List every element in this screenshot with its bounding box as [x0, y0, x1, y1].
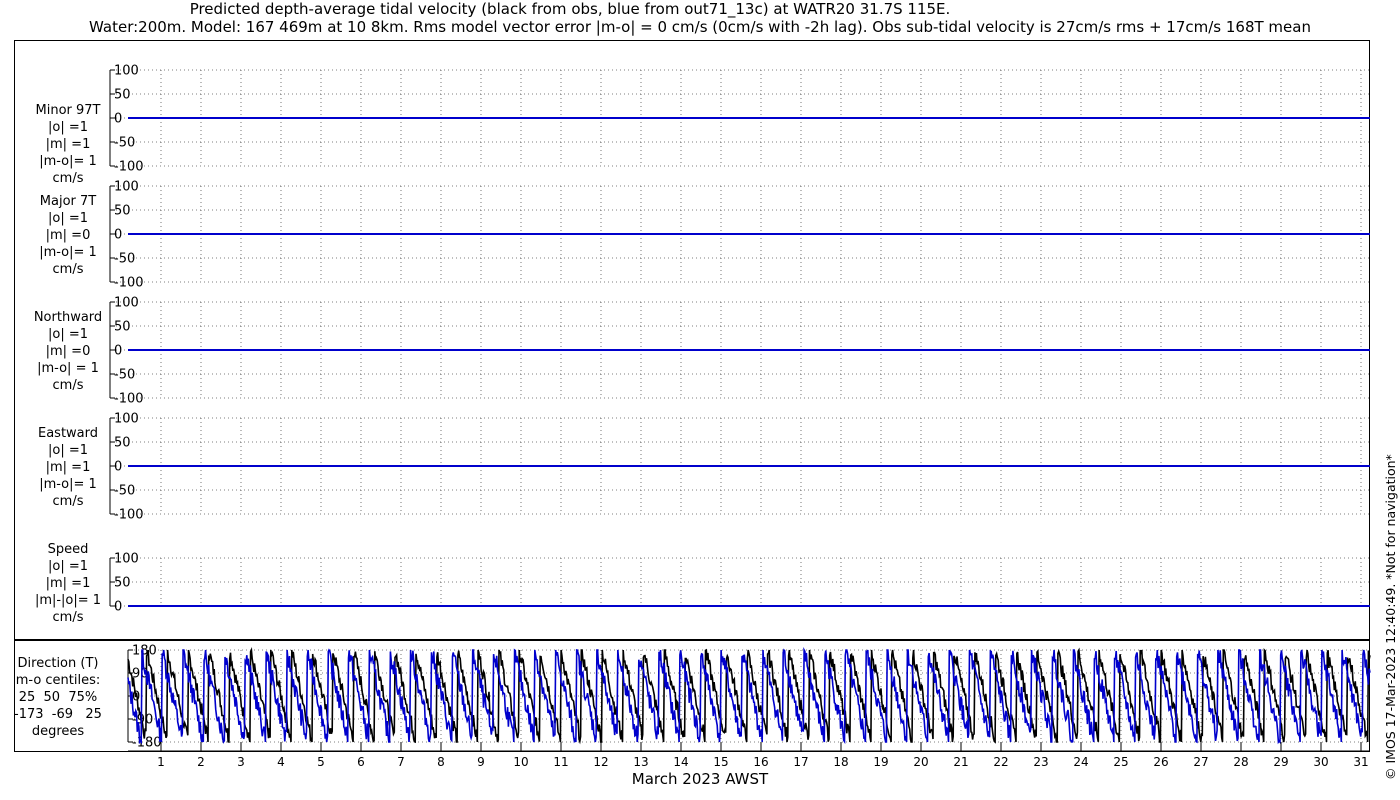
x-tick-label: 4 — [277, 755, 285, 769]
x-axis-label: March 2023 AWST — [631, 770, 769, 788]
x-tick-label: 14 — [673, 755, 688, 769]
x-tick-label: 15 — [713, 755, 728, 769]
panel-label-minor: Minor 97T |o| =1 |m| =1 |m-o|= 1 cm/s — [35, 103, 101, 186]
x-tick-label: 30 — [1313, 755, 1328, 769]
x-tick-label: 2 — [197, 755, 205, 769]
x-tick-label: 29 — [1273, 755, 1288, 769]
copyright-notice: © IMOS 17-Mar-2023 12:40:49. *Not for na… — [1383, 454, 1398, 780]
x-tick-label: 11 — [553, 755, 568, 769]
x-tick-label: 5 — [317, 755, 325, 769]
x-tick-label: 31 — [1353, 755, 1368, 769]
panel-label-east: Eastward |o| =1 |m| =1 |m-o|= 1 cm/s — [37, 426, 99, 509]
y-tick-label: 180 — [132, 644, 157, 659]
x-tick-label: 24 — [1073, 755, 1088, 769]
x-tick-label: 9 — [477, 755, 485, 769]
x-tick-label: 12 — [593, 755, 608, 769]
plot-svg: 100500-50-100100500-50-100100500-50-1001… — [109, 64, 1371, 769]
panel-label-north: Northward |o| =1 |m| =0 |m-o| = 1 cm/s — [33, 310, 103, 393]
x-tick-label: 10 — [513, 755, 528, 769]
panel-label-speed: Speed |o| =1 |m| =1 |m|-|o|= 1 cm/s — [34, 542, 102, 625]
x-tick-label: 16 — [753, 755, 768, 769]
x-tick-label: 1 — [157, 755, 165, 769]
x-tick-label: 7 — [397, 755, 405, 769]
y-tick-label: 50 — [114, 88, 131, 103]
x-tick-label: 6 — [357, 755, 365, 769]
y-tick-label: 100 — [114, 64, 139, 79]
x-tick-label: 19 — [873, 755, 888, 769]
x-tick-label: 13 — [633, 755, 648, 769]
x-tick-label: 28 — [1233, 755, 1248, 769]
x-tick-label: 18 — [833, 755, 848, 769]
y-tick-label: -180 — [132, 736, 162, 751]
x-tick-label: 22 — [993, 755, 1008, 769]
panel-label-direction: Direction (T) m-o centiles: 25 50 75% -1… — [14, 656, 102, 739]
x-tick-label: 20 — [913, 755, 928, 769]
x-tick-label: 3 — [237, 755, 245, 769]
x-tick-label: 23 — [1033, 755, 1048, 769]
x-tick-label: 21 — [953, 755, 968, 769]
x-tick-label: 25 — [1113, 755, 1128, 769]
x-tick-label: 27 — [1193, 755, 1208, 769]
x-tick-label: 26 — [1153, 755, 1168, 769]
x-tick-label: 8 — [437, 755, 445, 769]
panel-label-major: Major 7T |o| =1 |m| =0 |m-o|= 1 cm/s — [39, 194, 97, 277]
x-tick-label: 17 — [793, 755, 808, 769]
